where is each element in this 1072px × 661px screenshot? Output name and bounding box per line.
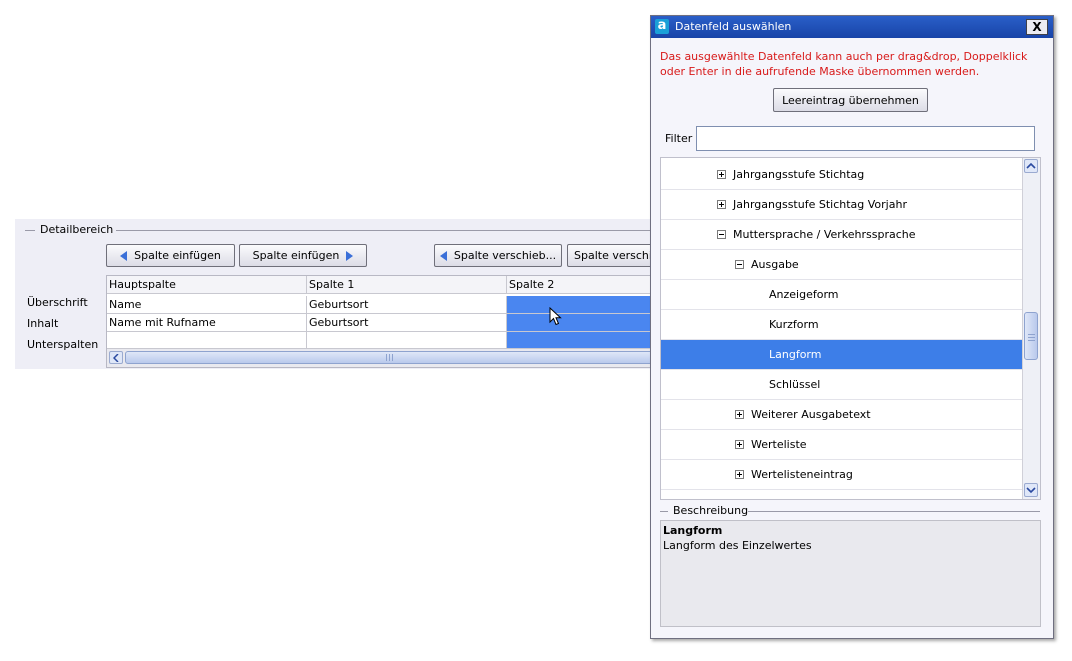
tree-item-label: Wertelisteneintrag [751, 468, 853, 481]
mouse-cursor-icon [549, 307, 562, 326]
insert-column-right-button[interactable]: Spalte einfügen [239, 244, 367, 267]
vertical-scrollbar[interactable] [1022, 158, 1040, 499]
fieldset-line [25, 230, 35, 231]
fieldset-line [748, 511, 1040, 512]
chevron-left-icon [113, 353, 119, 362]
grid-cell-selected[interactable] [507, 296, 654, 314]
tree-item-label: Werteliste [751, 438, 807, 451]
description-legend: Beschreibung [673, 504, 749, 517]
column-header[interactable]: Hauptspalte [107, 276, 307, 294]
fieldset-line [660, 511, 668, 512]
tree-item-label: Schlüssel [769, 378, 821, 391]
close-button[interactable]: X [1026, 19, 1048, 35]
field-tree: Wertelisteneintrag Werteliste Weiterer Aus… [660, 157, 1041, 500]
fieldset-line [111, 230, 655, 231]
empty-entry-button[interactable]: Leereintrag übernehmen [773, 88, 928, 112]
move-column-left-button[interactable]: Spalte verschieb... [434, 244, 562, 267]
grid-cell[interactable]: Geburtsort [307, 314, 507, 332]
expand-icon[interactable] [717, 170, 726, 179]
tree-item[interactable]: Ausgabe [661, 250, 1023, 280]
tree-item[interactable]: Jahrgangsstufe Stichtag [661, 160, 1023, 190]
dialog-title: Datenfeld auswählen [675, 20, 792, 33]
chevron-down-icon [1026, 487, 1036, 494]
expand-icon[interactable] [717, 200, 726, 209]
tree-item-label: Ausgabe [751, 258, 799, 271]
tree-item-label: Weiterer Ausgabetext [751, 408, 871, 421]
row-label-unterspalten: Unterspalten [27, 338, 99, 351]
grid-cell[interactable]: Name mit Rufname [107, 314, 307, 332]
button-label: Leereintrag übernehmen [782, 93, 919, 107]
tree-item-label: Jahrgangsstufe Stichtag [733, 168, 865, 181]
tree-item[interactable]: Anzeigeform [661, 280, 1023, 310]
tree-item[interactable]: Muttersprache / Verkehrssprache [661, 220, 1023, 250]
info-text: Das ausgewählte Datenfeld kann auch per … [660, 50, 1028, 78]
column-grid: Hauptspalte Spalte 1 Spalte 2 Name Gebur… [106, 275, 655, 368]
column-header[interactable]: Spalte 2 [507, 276, 654, 294]
row-label-ueberschrift: Überschrift [27, 296, 88, 309]
scroll-left-button[interactable] [109, 351, 123, 364]
detail-panel: Detailbereich Spalte einfügen Spalte ein… [15, 219, 655, 369]
row-label-inhalt: Inhalt [27, 317, 59, 330]
grid-cell-selected[interactable] [507, 314, 654, 332]
tree-item[interactable]: Jahrgangsstufe Stichtag Vorjahr [661, 190, 1023, 220]
tree-item-label: Muttersprache / Verkehrssprache [733, 228, 916, 241]
filter-input[interactable] [696, 126, 1035, 151]
grid-cell[interactable]: Geburtsort [307, 296, 507, 314]
expand-icon[interactable] [735, 440, 744, 449]
column-header[interactable]: Spalte 1 [307, 276, 507, 294]
collapse-icon[interactable] [717, 230, 726, 239]
button-label: Spalte verschieb... [453, 249, 557, 262]
tree-item-label: Kurzform [769, 318, 819, 331]
scroll-down-button[interactable] [1024, 483, 1038, 497]
move-column-right-button[interactable]: Spalte verschi [567, 244, 655, 267]
dialog-title-bar[interactable]: a Datenfeld auswählen X [651, 16, 1053, 38]
tree-item[interactable]: Werteliste [661, 430, 1023, 460]
insert-column-left-button[interactable]: Spalte einfügen [106, 244, 235, 267]
tree-item-label: Jahrgangsstufe Stichtag Vorjahr [733, 198, 907, 211]
description-text: Langform des Einzelwertes [663, 539, 812, 552]
collapse-icon[interactable] [735, 260, 744, 269]
detail-legend: Detailbereich [37, 223, 117, 236]
description-box: Langform Langform des Einzelwertes [660, 520, 1041, 627]
grip-icon [1027, 331, 1035, 341]
tree-item-label: Anzeigeform [769, 288, 839, 301]
field-select-dialog: a Datenfeld auswählen X Das ausgewählte … [650, 15, 1054, 639]
chevron-up-icon [1026, 162, 1036, 169]
filter-label: Filter [665, 132, 693, 145]
tree-item[interactable]: Schlüssel [661, 370, 1023, 400]
horizontal-scrollbar[interactable] [107, 348, 654, 367]
grip-icon [385, 354, 395, 361]
arrow-right-icon [346, 250, 354, 261]
vertical-scroll-thumb[interactable] [1024, 312, 1038, 360]
button-label: Spalte einfügen [252, 249, 340, 262]
arrow-left-icon [439, 250, 447, 261]
expand-icon[interactable] [735, 470, 744, 479]
tree-item-selected[interactable]: Langform [661, 340, 1023, 370]
app-logo-icon: a [655, 19, 669, 34]
description-title: Langform [663, 524, 723, 537]
arrow-left-icon [120, 250, 128, 261]
button-label: Spalte einfügen [134, 249, 221, 262]
tree-item-label: Langform [769, 348, 822, 361]
horizontal-scroll-thumb[interactable] [125, 351, 654, 364]
tree-item[interactable]: Weiterer Ausgabetext [661, 400, 1023, 430]
scroll-up-button[interactable] [1024, 159, 1038, 173]
expand-icon[interactable] [735, 410, 744, 419]
button-label: Spalte verschi [574, 249, 652, 262]
tree-item[interactable]: Kurzform [661, 310, 1023, 340]
grid-cell[interactable]: Name [107, 296, 307, 314]
tree-item[interactable]: Wertelisteneintrag [661, 460, 1023, 490]
